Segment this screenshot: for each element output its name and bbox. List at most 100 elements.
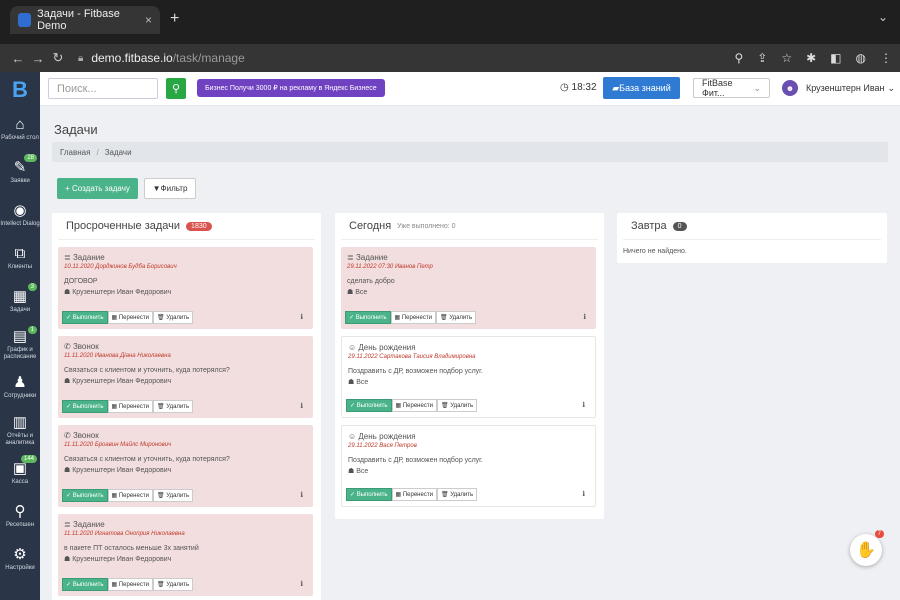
browser-tab-strip: Задачи - Fitbase Demo × + ⌄ [0, 0, 900, 44]
bookmark-star-icon[interactable]: ☆ [781, 51, 792, 65]
search-input[interactable]: Поиск... [48, 78, 158, 99]
zoom-icon[interactable]: ⚲ [734, 51, 743, 65]
new-tab-button[interactable]: + [170, 10, 179, 28]
task-card[interactable]: ✆ Звонок 11.11.2020 Иванова Діана Николае… [58, 336, 313, 418]
sidebar-item[interactable]: ◉ Intellect Dialog [0, 194, 40, 237]
search-button[interactable]: ⚲ [166, 78, 186, 99]
sidebar-item[interactable]: ▦ Задачи 3 [0, 280, 40, 323]
delete-task-button[interactable]: 🗑︎ Удалить [436, 399, 478, 412]
sidebar-item[interactable]: ⚙ Настройки [0, 538, 40, 581]
task-date: 10.11.2020 [64, 264, 94, 270]
delete-task-button[interactable]: 🗑︎ Удалить [152, 311, 194, 324]
sidepanel-icon[interactable]: ◧ [830, 51, 841, 65]
task-card[interactable]: ≣ Задание 11.11.2020 Игнатова Оноприя Ник… [58, 514, 313, 596]
delete-task-button[interactable]: 🗑︎ Удалить [152, 578, 194, 591]
complete-task-button[interactable]: ✓ Выполнить [346, 488, 392, 501]
task-client-link[interactable]: Иванов Петр [395, 264, 433, 270]
sidebar: B ⌂ Рабочий стол ✎ Заявки 28 ◉ Intellect Dialo… [0, 72, 40, 600]
task-client-link[interactable]: Дорджинов Будба Борисович [95, 264, 176, 270]
task-type-icon: ✆ [64, 431, 73, 440]
users-icon: ☗ [348, 379, 357, 386]
reschedule-task-button[interactable]: ▦ Перенести [107, 400, 153, 413]
browser-menu-icon[interactable]: ⋮ [880, 51, 892, 65]
waving-hand-icon: ✋ [856, 542, 876, 559]
reschedule-label: Перенести [118, 404, 149, 410]
help-chat-button[interactable]: ✋ 7 [850, 530, 884, 566]
info-icon[interactable]: ℹ [300, 580, 303, 588]
club-select[interactable]: FitBase Фит... ⌄ [693, 78, 770, 98]
tomorrow-count-badge: 0 [672, 221, 687, 231]
sidebar-item[interactable]: ▣ Касса 144 [0, 452, 40, 495]
info-icon[interactable]: ℹ [582, 490, 585, 498]
profile-icon[interactable]: ◍ [856, 51, 866, 65]
info-icon[interactable]: ℹ [583, 313, 586, 321]
page-title: Задачи [54, 122, 98, 137]
complete-task-button[interactable]: ✓ Выполнить [62, 311, 108, 324]
task-type: ≣ Задание [347, 253, 592, 262]
reschedule-task-button[interactable]: ▦ Перенести [391, 488, 437, 501]
sidebar-item[interactable]: ▥ Отчёты и аналитика [0, 409, 40, 452]
complete-task-button[interactable]: ✓ Выполнить [62, 578, 108, 591]
task-client-link[interactable]: Иванова Діана Николаевна [95, 353, 171, 359]
share-icon[interactable]: ⇪ [757, 51, 767, 65]
reschedule-task-button[interactable]: ▦ Перенести [107, 311, 153, 324]
delete-task-button[interactable]: 🗑︎ Удалить [152, 489, 194, 502]
fitbase-logo[interactable]: B [0, 72, 40, 108]
tomorrow-header: Завтра 0 [623, 213, 881, 240]
sidebar-item[interactable]: ⧉ Клиенты [0, 237, 40, 280]
reload-icon[interactable]: ↻ [48, 50, 68, 66]
extensions-icon[interactable]: ✱ [806, 51, 816, 65]
complete-task-button[interactable]: ✓ Выполнить [345, 311, 391, 324]
task-type-label: Задание [72, 253, 105, 262]
url-field[interactable]: 🔒︎ demo.fitbase.io/task/manage [78, 51, 245, 65]
task-card[interactable]: ≣ Задание 29.11.2022 07:30 Иванов Петр сде… [341, 247, 596, 329]
task-card[interactable]: ✆ Звонок 11.11.2020 Броавин Майлс Миронов… [58, 425, 313, 507]
task-card[interactable]: ☺ День рождения 29.11.2022 Вася Петров Поз… [341, 425, 596, 507]
complete-task-button[interactable]: ✓ Выполнить [62, 400, 108, 413]
complete-task-button[interactable]: ✓ Выполнить [62, 489, 108, 502]
reschedule-task-button[interactable]: ▦ Перенести [390, 311, 436, 324]
forward-icon[interactable]: → [28, 51, 48, 66]
tomorrow-title: Завтра [631, 220, 667, 232]
task-type-icon: ☺ [348, 432, 359, 441]
task-client-link[interactable]: Вася Петров [379, 443, 417, 449]
settings-icon: ⚙ [13, 546, 27, 563]
sidebar-item[interactable]: ⌂ Рабочий стол [0, 108, 40, 151]
knowledge-base-button[interactable]: ▰ База знаний [603, 77, 680, 99]
task-card[interactable]: ☺ День рождения 29.11.2022 Сартакова Таис… [341, 336, 596, 418]
tab-close-icon[interactable]: × [145, 13, 152, 27]
complete-task-button[interactable]: ✓ Выполнить [346, 399, 392, 412]
delete-task-button[interactable]: 🗑︎ Удалить [436, 488, 478, 501]
reschedule-task-button[interactable]: ▦ Перенести [391, 399, 437, 412]
sidebar-item[interactable]: ▤ График и расписание 1 [0, 323, 40, 366]
sidebar-item[interactable]: ⚲ Ресепшен [0, 495, 40, 538]
filter-button[interactable]: ▼ Фильтр [144, 178, 196, 199]
back-icon[interactable]: ← [8, 51, 28, 66]
task-card[interactable]: ≣ Задание 10.11.2020 Дорджинов Будба Бори… [58, 247, 313, 329]
browser-tab[interactable]: Задачи - Fitbase Demo × [10, 6, 160, 34]
sidebar-item[interactable]: ✎ Заявки 28 [0, 151, 40, 194]
yandex-business-promo[interactable]: Бизнес Получи 3000 ₽ на рекламу в Яндекс… [197, 79, 385, 97]
info-icon[interactable]: ℹ [300, 491, 303, 499]
breadcrumb-home[interactable]: Главная [60, 148, 90, 157]
reschedule-task-button[interactable]: ▦ Перенести [107, 489, 153, 502]
create-task-button[interactable]: + Создать задачу [57, 178, 138, 199]
task-client-link[interactable]: Броавин Майлс Миронович [95, 442, 171, 448]
task-date: 29.11.2022 07:30 [347, 264, 394, 270]
users-icon: ☗ [64, 378, 73, 385]
delete-task-button[interactable]: 🗑︎ Удалить [152, 400, 194, 413]
info-icon[interactable]: ℹ [300, 402, 303, 410]
info-icon[interactable]: ℹ [582, 401, 585, 409]
staff-icon: ♟ [13, 374, 27, 391]
breadcrumb: Главная / Задачи [52, 142, 888, 162]
url-path: /task/manage [172, 51, 245, 65]
task-type-label: Задание [72, 520, 105, 529]
user-menu[interactable]: ☻ Крузенштерн Иван ⌄ [782, 80, 895, 96]
task-client-link[interactable]: Сартакова Таисия Владимировна [379, 354, 475, 360]
delete-task-button[interactable]: 🗑︎ Удалить [435, 311, 477, 324]
info-icon[interactable]: ℹ [300, 313, 303, 321]
task-client-link[interactable]: Игнатова Оноприя Николаевна [95, 531, 185, 537]
sidebar-item[interactable]: ♟ Сотрудники [0, 366, 40, 409]
tab-list-chevron-icon[interactable]: ⌄ [878, 10, 888, 24]
reschedule-task-button[interactable]: ▦ Перенести [107, 578, 153, 591]
